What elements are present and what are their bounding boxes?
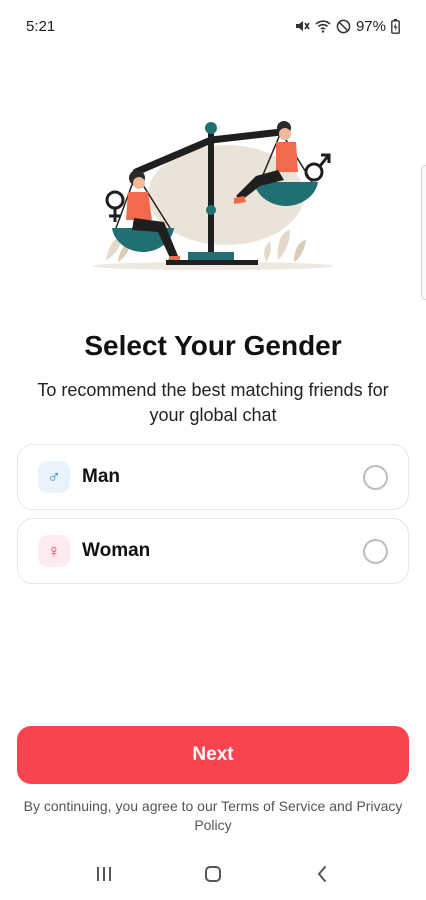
do-not-disturb-icon: [336, 19, 351, 33]
battery-charging-icon: [391, 18, 400, 34]
gender-option-man[interactable]: ♂ Man: [17, 444, 409, 510]
battery-percent: 97%: [355, 17, 386, 35]
male-icon: ♂: [38, 461, 70, 493]
status-bar: 5:21 97%: [0, 0, 426, 52]
back-icon[interactable]: [302, 854, 342, 894]
status-icons: 97%: [294, 18, 400, 35]
gender-option-woman[interactable]: ♀ Woman: [17, 518, 409, 584]
page-title: Select Your Gender: [84, 330, 342, 361]
gender-option-label: Man: [82, 466, 120, 487]
terms-prefix: By continuing, you agree to our: [23, 798, 222, 814]
home-icon[interactable]: [193, 854, 233, 894]
mute-icon: [295, 21, 310, 31]
radio-button-woman[interactable]: [363, 538, 388, 564]
radio-button-man[interactable]: [363, 464, 388, 490]
next-button[interactable]: Next: [17, 726, 409, 784]
recent-apps-icon[interactable]: [84, 854, 124, 894]
edge-panel-handle[interactable]: [421, 165, 426, 300]
gender-option-label: Woman: [82, 540, 151, 561]
page-subtitle: To recommend the best matching friends f…: [37, 380, 389, 425]
terms-and: and: [325, 798, 357, 814]
wifi-icon: [315, 20, 331, 33]
system-nav-bar: [0, 848, 426, 900]
gender-balance-illustration: [93, 121, 333, 270]
terms-of-service-link[interactable]: Terms of Service: [221, 798, 325, 814]
terms-notice: By continuing, you agree to our Terms of…: [10, 797, 416, 835]
status-time: 5:21: [26, 17, 56, 35]
female-icon: ♀: [38, 535, 70, 567]
